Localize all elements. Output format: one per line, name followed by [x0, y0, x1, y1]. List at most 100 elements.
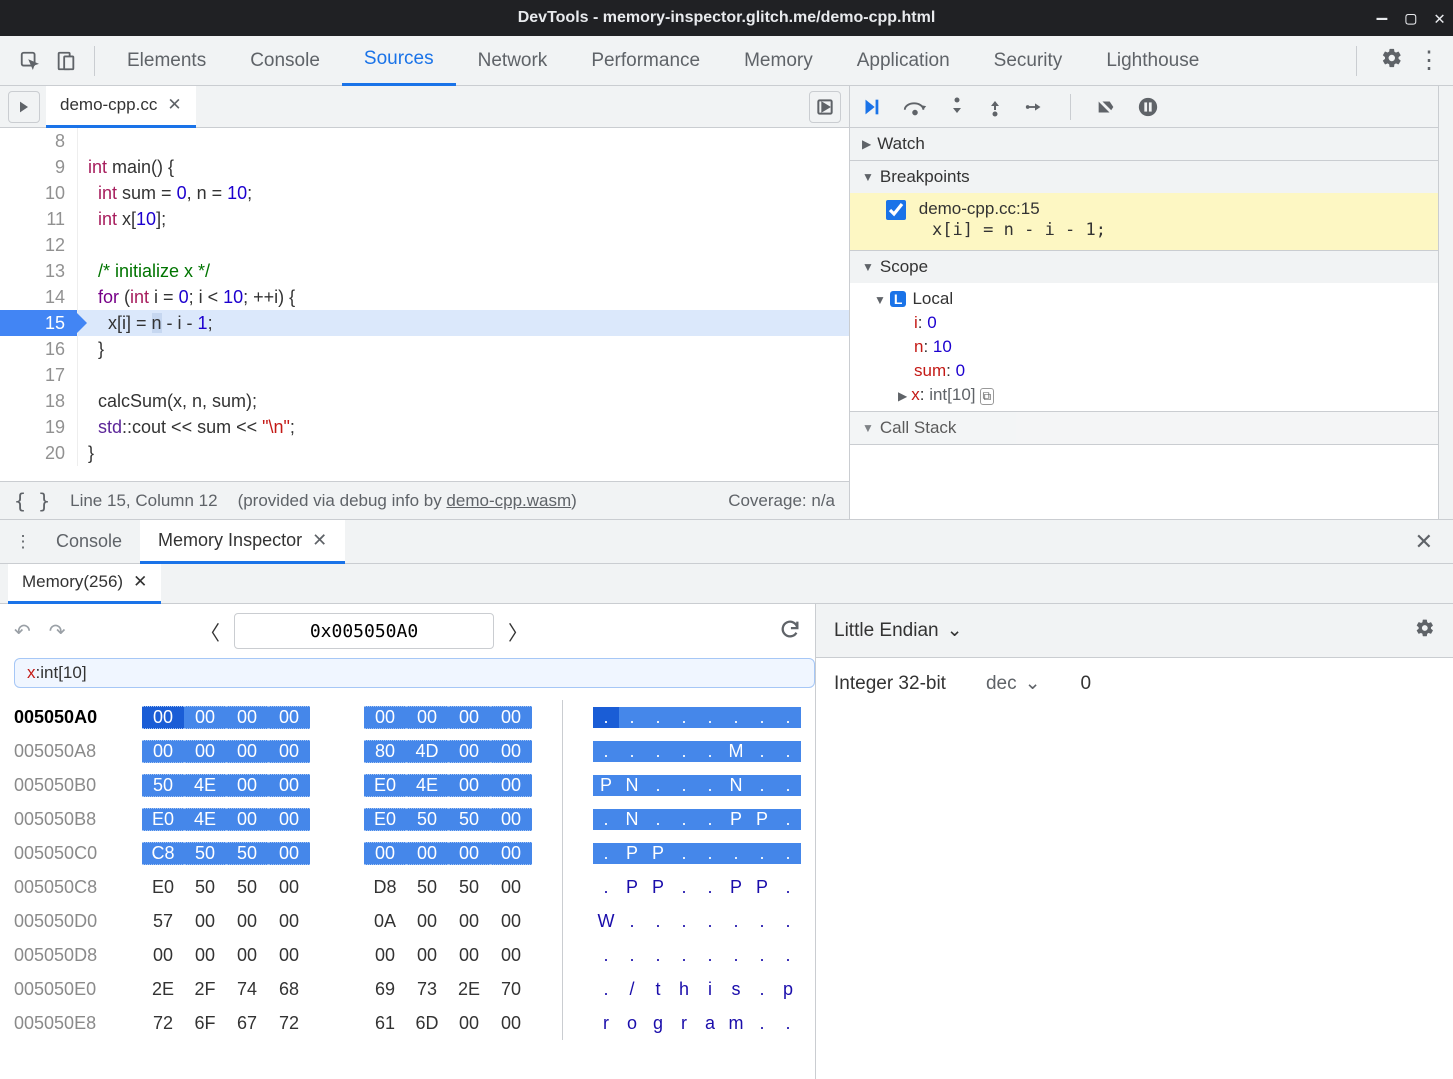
code-line[interactable]: 17	[0, 362, 849, 388]
window-close-button[interactable]: ✕	[1434, 8, 1445, 29]
memory-tabs: Memory(256) ✕	[0, 564, 1453, 604]
window-minimize-button[interactable]: —	[1376, 8, 1387, 29]
file-tab-label: demo-cpp.cc	[60, 95, 157, 115]
hex-row[interactable]: 005050E02E2F746869732E70./this.p	[14, 972, 801, 1006]
chevron-down-icon: ⌄	[947, 619, 963, 642]
code-line[interactable]: 16 }	[0, 336, 849, 362]
close-icon[interactable]: ✕	[133, 572, 147, 592]
device-toggle-icon[interactable]	[48, 43, 84, 79]
breakpoint-checkbox[interactable]	[886, 200, 906, 220]
refresh-icon[interactable]	[779, 618, 801, 645]
inspector-type: Integer 32-bit	[834, 673, 946, 695]
scope-header[interactable]: ▼Scope	[850, 251, 1453, 283]
hex-grid[interactable]: 005050A00000000000000000........005050A8…	[0, 700, 815, 1054]
inspector-repr-select[interactable]: dec⌄	[986, 672, 1041, 695]
cursor-position: Line 15, Column 12	[70, 491, 217, 511]
settings-icon[interactable]	[1381, 47, 1403, 75]
drawer-close-icon[interactable]: ✕	[1403, 529, 1445, 555]
code-line[interactable]: 14 for (int i = 0; i < 10; ++i) {	[0, 284, 849, 310]
coverage-status: Coverage: n/a	[728, 491, 835, 511]
scope-variable[interactable]: i: 0	[850, 311, 1453, 335]
callstack-header[interactable]: ▼Call Stack	[850, 412, 1453, 444]
code-line[interactable]: 19 std::cout << sum << "\n";	[0, 414, 849, 440]
hex-row[interactable]: 005050B8E04E0000E0505000.N...PP.	[14, 802, 801, 836]
breakpoint-row[interactable]: demo-cpp.cc:15 x[i] = n - i - 1;	[850, 193, 1453, 250]
hex-row[interactable]: 005050D0570000000A000000W.......	[14, 904, 801, 938]
close-icon[interactable]: ✕	[312, 530, 327, 551]
code-line[interactable]: 10 int sum = 0, n = 10;	[0, 180, 849, 206]
highlight-pill[interactable]: x: int[10]	[14, 658, 815, 688]
scope-local[interactable]: ▼LLocal	[850, 287, 1453, 311]
tab-elements[interactable]: Elements	[105, 36, 228, 86]
step-into-icon[interactable]	[948, 96, 966, 118]
tab-lighthouse[interactable]: Lighthouse	[1084, 36, 1221, 86]
tab-application[interactable]: Application	[835, 36, 972, 86]
endian-select[interactable]: Little Endian ⌄	[834, 619, 963, 642]
resume-icon[interactable]	[860, 96, 882, 118]
debug-toolbar	[850, 86, 1453, 128]
watch-header[interactable]: ▶Watch	[850, 128, 1453, 160]
window-maximize-button[interactable]: ▢	[1405, 8, 1416, 29]
code-line[interactable]: 18 calcSum(x, n, sum);	[0, 388, 849, 414]
code-line[interactable]: 9int main() {	[0, 154, 849, 180]
hex-row[interactable]: 005050B0504E0000E04E0000PN...N..	[14, 768, 801, 802]
devtools-toolbar: Elements Console Sources Network Perform…	[0, 36, 1453, 86]
hex-row[interactable]: 005050E8726F6772616D0000rogram..	[14, 1006, 801, 1040]
file-tabs: demo-cpp.cc ✕	[0, 86, 849, 128]
deactivate-breakpoints-icon[interactable]	[1095, 96, 1117, 118]
drawer-tab-console[interactable]: Console	[38, 520, 140, 564]
code-line[interactable]: 20}	[0, 440, 849, 466]
step-out-icon[interactable]	[986, 96, 1004, 118]
code-line[interactable]: 8	[0, 128, 849, 154]
close-icon[interactable]: ✕	[167, 95, 181, 115]
navigator-toggle-icon[interactable]	[8, 91, 40, 123]
settings-icon[interactable]	[1415, 618, 1435, 644]
address-next-icon[interactable]: 〉	[508, 617, 528, 646]
code-line[interactable]: 15 x[i] = n - i - 1;	[0, 310, 849, 336]
hex-row[interactable]: 005050A800000000804D0000.....M..	[14, 734, 801, 768]
code-line[interactable]: 12	[0, 232, 849, 258]
hex-toolbar: ↶ ↷ 〈 〉	[0, 604, 815, 658]
file-tab-demo-cpp[interactable]: demo-cpp.cc ✕	[46, 86, 196, 128]
debug-info-link[interactable]: demo-cpp.wasm	[446, 491, 571, 510]
inspector-value: 0	[1081, 673, 1092, 695]
hex-row[interactable]: 005050A00000000000000000........	[14, 700, 801, 734]
more-icon[interactable]: ⋮	[1417, 46, 1441, 75]
step-over-icon[interactable]	[902, 96, 928, 118]
address-input[interactable]	[234, 613, 494, 649]
status-bar: { } Line 15, Column 12 (provided via deb…	[0, 481, 849, 519]
scope-variable[interactable]: sum: 0	[850, 359, 1453, 383]
code-editor[interactable]: 89int main() {10 int sum = 0, n = 10;11 …	[0, 128, 849, 481]
tab-sources[interactable]: Sources	[342, 36, 456, 86]
inspect-icon[interactable]	[12, 43, 48, 79]
code-line[interactable]: 11 int x[10];	[0, 206, 849, 232]
pause-on-exceptions-icon[interactable]	[1137, 96, 1159, 118]
tab-console[interactable]: Console	[228, 36, 342, 86]
code-line[interactable]: 13 /* initialize x */	[0, 258, 849, 284]
tab-performance[interactable]: Performance	[569, 36, 722, 86]
scrollbar[interactable]	[1438, 86, 1453, 519]
redo-icon[interactable]: ↷	[49, 619, 66, 644]
inspector-toolbar: Little Endian ⌄	[816, 604, 1453, 658]
snippet-run-icon[interactable]	[809, 91, 841, 123]
chevron-down-icon: ⌄	[1025, 672, 1041, 695]
drawer-tabs: ⋮ Console Memory Inspector ✕ ✕	[0, 520, 1453, 564]
drawer-tab-memory-inspector[interactable]: Memory Inspector ✕	[140, 520, 345, 564]
drawer-more-icon[interactable]: ⋮	[8, 532, 38, 552]
undo-icon[interactable]: ↶	[14, 619, 31, 644]
reveal-in-memory-icon[interactable]: ⧉	[980, 388, 995, 405]
memory-tab[interactable]: Memory(256) ✕	[8, 564, 161, 604]
tab-memory[interactable]: Memory	[722, 36, 835, 86]
scope-var-x[interactable]: ▶x: int[10]⧉	[850, 383, 1453, 407]
step-icon[interactable]	[1024, 96, 1046, 118]
format-icon[interactable]: { }	[14, 489, 50, 513]
hex-row[interactable]: 005050D80000000000000000........	[14, 938, 801, 972]
window-title: DevTools - memory-inspector.glitch.me/de…	[518, 9, 936, 27]
tab-security[interactable]: Security	[972, 36, 1085, 86]
scope-variable[interactable]: n: 10	[850, 335, 1453, 359]
tab-network[interactable]: Network	[456, 36, 570, 86]
address-prev-icon[interactable]: 〈	[200, 617, 220, 646]
breakpoints-header[interactable]: ▼Breakpoints	[850, 161, 1453, 193]
hex-row[interactable]: 005050C0C850500000000000.PP.....	[14, 836, 801, 870]
hex-row[interactable]: 005050C8E0505000D8505000.PP..PP.	[14, 870, 801, 904]
